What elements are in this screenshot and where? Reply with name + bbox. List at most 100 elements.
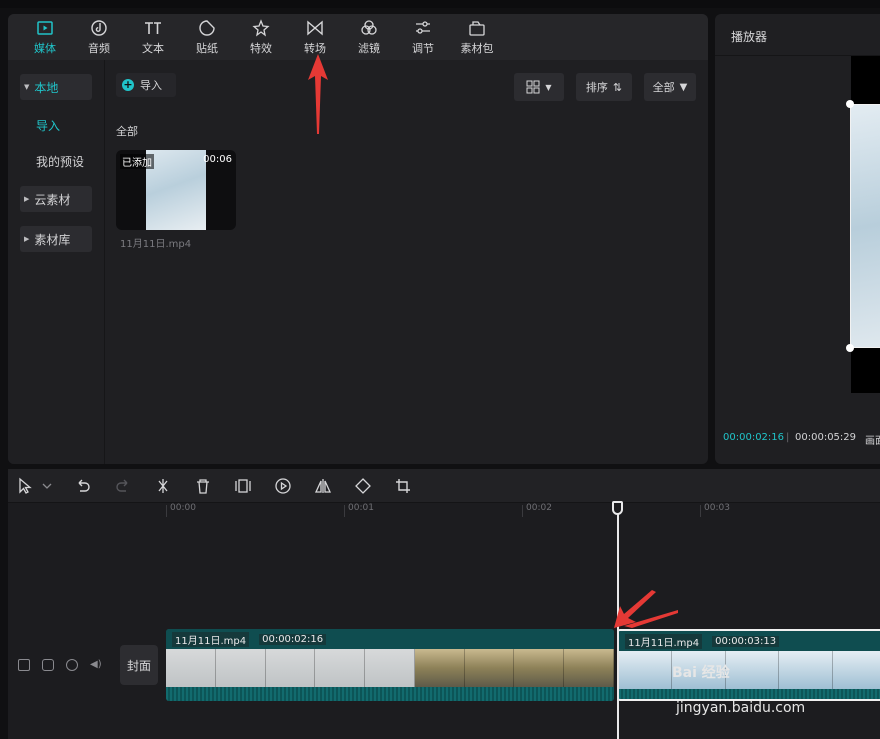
clip-duration: 00:00:02:16 bbox=[259, 633, 327, 645]
sidebar-item-import-label: 导入 bbox=[36, 118, 61, 133]
timeline-clip[interactable]: 11月11日.mp4 00:00:02:16 bbox=[166, 629, 614, 701]
eye-icon[interactable] bbox=[66, 659, 78, 671]
sort-button[interactable]: 排序 ⇅ bbox=[576, 73, 632, 101]
sort-icon: ⇅ bbox=[612, 80, 623, 94]
chevron-down-icon: ▼ bbox=[545, 82, 552, 92]
ruler-tick bbox=[344, 505, 345, 517]
annotation-arrow-down-left bbox=[614, 590, 678, 628]
frame-thumbnail bbox=[315, 649, 366, 687]
redo-button[interactable] bbox=[114, 477, 132, 495]
text-icon bbox=[145, 21, 161, 34]
watermark-url: jingyan.baidu.com bbox=[676, 700, 806, 716]
funnel-icon: ▼ bbox=[679, 81, 688, 93]
tab-filter[interactable]: 滤镜 bbox=[342, 14, 396, 60]
rotate-icon bbox=[355, 478, 371, 494]
category-toolbar: 媒体 音频 文本 贴纸 特效 转场 滤镜 调节 素材包 bbox=[8, 14, 708, 60]
frame-thumbnail bbox=[215, 649, 266, 687]
redo-icon bbox=[116, 479, 128, 492]
speaker-icon[interactable]: ◀) bbox=[90, 659, 102, 671]
media-sidebar: ▼ 本地 导入 我的预设 ▶ 云素材 ▶ 素材库 bbox=[8, 60, 105, 464]
filter-all-label: 全部 bbox=[652, 81, 675, 94]
ruler-tick-label: 00:03 bbox=[704, 503, 730, 513]
ratio-button[interactable]: 画面 bbox=[865, 432, 880, 447]
material-pack-icon bbox=[469, 20, 485, 36]
sidebar-item-local-label: 本地 bbox=[34, 80, 59, 95]
media-panel: 媒体 音频 文本 贴纸 特效 转场 滤镜 调节 素材包 ▼ 本地 导入 我的预设… bbox=[8, 14, 708, 464]
play-reverse-button[interactable] bbox=[274, 477, 292, 495]
caret-right-icon: ▶ bbox=[24, 235, 30, 243]
split-icon bbox=[158, 479, 168, 493]
sidebar-item-local[interactable]: ▼ 本地 bbox=[20, 74, 92, 100]
resize-handle[interactable] bbox=[846, 100, 854, 108]
track-type-icon bbox=[18, 659, 30, 671]
playhead-handle[interactable] bbox=[612, 501, 623, 515]
view-mode-button[interactable]: ▼ bbox=[514, 73, 564, 101]
play-circle-icon bbox=[275, 478, 291, 494]
plus-icon: + bbox=[122, 78, 134, 91]
audio-waveform bbox=[166, 687, 614, 701]
clip-name: 11月11日.mp4 bbox=[625, 633, 703, 649]
sidebar-item-presets[interactable]: 我的预设 bbox=[20, 148, 92, 174]
select-tool-dropdown[interactable] bbox=[38, 477, 56, 495]
sidebar-item-library[interactable]: ▶ 素材库 bbox=[20, 226, 92, 252]
clip-name: 11月11日.mp4 bbox=[172, 631, 250, 647]
sidebar-item-library-label: 素材库 bbox=[34, 232, 71, 247]
clip-frames bbox=[619, 651, 880, 689]
resize-handle[interactable] bbox=[846, 344, 854, 352]
import-button-label: 导入 bbox=[140, 79, 162, 92]
import-button[interactable]: + 导入 bbox=[116, 73, 176, 97]
cover-button[interactable]: 封面 bbox=[120, 645, 158, 685]
crop-button[interactable] bbox=[394, 477, 412, 495]
trash-icon bbox=[197, 479, 209, 494]
tab-audio[interactable]: 音频 bbox=[72, 14, 126, 60]
player-panel: 播放器 00:00:02:16 | 00:00:05:29 画面 bbox=[715, 14, 880, 464]
frame-thumbnail bbox=[514, 649, 565, 687]
clip-header: 11月11日.mp4 00:00:02:16 bbox=[166, 629, 614, 649]
tab-text[interactable]: 文本 bbox=[126, 14, 180, 60]
delete-button[interactable] bbox=[194, 477, 212, 495]
split-button[interactable] bbox=[154, 477, 172, 495]
current-time: 00:00:02:16 bbox=[723, 432, 785, 443]
tab-media-label: 媒体 bbox=[34, 41, 56, 55]
frame-thumbnail bbox=[265, 649, 316, 687]
tab-media[interactable]: 媒体 bbox=[18, 14, 72, 60]
ruler-tick bbox=[522, 505, 523, 517]
sidebar-item-cloud-label: 云素材 bbox=[34, 192, 71, 207]
ruler-tick bbox=[700, 505, 701, 517]
tab-text-label: 文本 bbox=[142, 41, 164, 55]
tab-filter-label: 滤镜 bbox=[358, 41, 380, 55]
player-title: 播放器 bbox=[731, 30, 768, 44]
frame-thumbnail bbox=[414, 649, 465, 687]
transition-icon bbox=[307, 19, 323, 36]
tab-material-pack[interactable]: 素材包 bbox=[450, 14, 504, 60]
ruler-tick-label: 00:02 bbox=[526, 503, 552, 513]
media-clip-thumbnail[interactable]: 已添加 00:06 bbox=[116, 150, 236, 230]
select-tool-button[interactable] bbox=[16, 477, 34, 495]
tab-effects[interactable]: 特效 bbox=[234, 14, 288, 60]
cursor-icon bbox=[19, 477, 32, 494]
lock-icon[interactable] bbox=[42, 659, 54, 671]
tab-effects-label: 特效 bbox=[250, 41, 272, 55]
clip-duration: 00:00:03:13 bbox=[712, 635, 780, 647]
freeze-button[interactable] bbox=[234, 477, 252, 495]
ruler-tick-label: 00:01 bbox=[348, 503, 374, 513]
tab-adjust[interactable]: 调节 bbox=[396, 14, 450, 60]
sidebar-item-cloud[interactable]: ▶ 云素材 bbox=[20, 186, 92, 212]
frame-thumbnail bbox=[564, 649, 614, 687]
mirror-button[interactable] bbox=[314, 477, 332, 495]
filter-all-button[interactable]: 全部 ▼ bbox=[644, 73, 696, 101]
rotate-button[interactable] bbox=[354, 477, 372, 495]
clip-frames bbox=[166, 649, 614, 687]
time-ruler[interactable]: 00:00 00:01 00:02 00:03 bbox=[166, 503, 880, 519]
crop-icon bbox=[396, 479, 410, 493]
media-icon bbox=[37, 20, 53, 35]
player-video-frame[interactable] bbox=[850, 104, 880, 348]
added-badge: 已添加 bbox=[120, 154, 154, 169]
total-time: 00:00:05:29 bbox=[795, 432, 857, 443]
timeline-clip-selected[interactable]: 11月11日.mp4 00:00:03:13 bbox=[617, 629, 880, 701]
filter-icon bbox=[361, 19, 377, 35]
sidebar-item-import[interactable]: 导入 bbox=[20, 112, 92, 138]
frame-thumbnail bbox=[725, 651, 780, 689]
tab-sticker[interactable]: 贴纸 bbox=[180, 14, 234, 60]
undo-button[interactable] bbox=[74, 477, 92, 495]
